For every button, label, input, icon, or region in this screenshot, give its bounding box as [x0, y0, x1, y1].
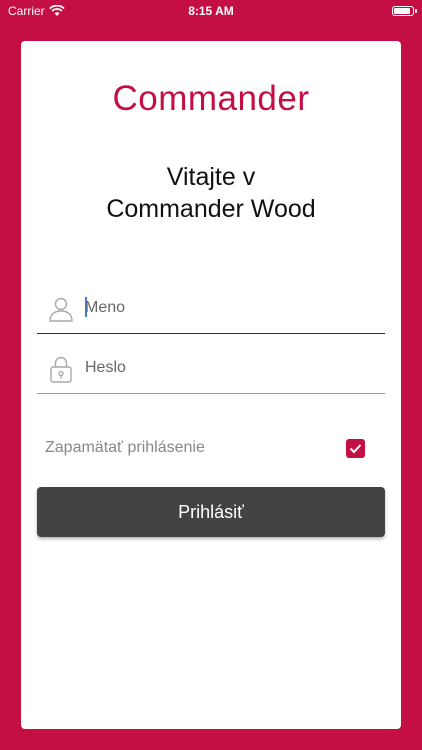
status-bar: Carrier 8:15 AM — [0, 0, 422, 24]
login-button[interactable]: Prihlásiť — [37, 487, 385, 537]
battery-icon — [392, 6, 417, 16]
password-field[interactable] — [37, 343, 385, 394]
status-time: 8:15 AM — [188, 4, 234, 18]
remember-label: Zapamätať prihlásenie — [45, 439, 205, 456]
username-input[interactable] — [85, 293, 375, 323]
battery-level — [394, 8, 410, 14]
password-input[interactable] — [85, 353, 375, 383]
checkmark-icon — [349, 444, 362, 454]
welcome-line-1: Vitajte v — [166, 163, 256, 191]
welcome-title: Vitajte v Commander Wood — [21, 161, 401, 225]
username-field[interactable] — [37, 283, 385, 334]
welcome-line-2: Commander Wood — [106, 195, 316, 223]
app-logo: Commander — [112, 79, 310, 118]
login-card: Commander Vitajte v Commander Wood Zapam… — [21, 41, 401, 729]
remember-checkbox[interactable] — [346, 439, 365, 458]
lock-icon — [50, 356, 72, 383]
person-icon — [49, 297, 73, 322]
